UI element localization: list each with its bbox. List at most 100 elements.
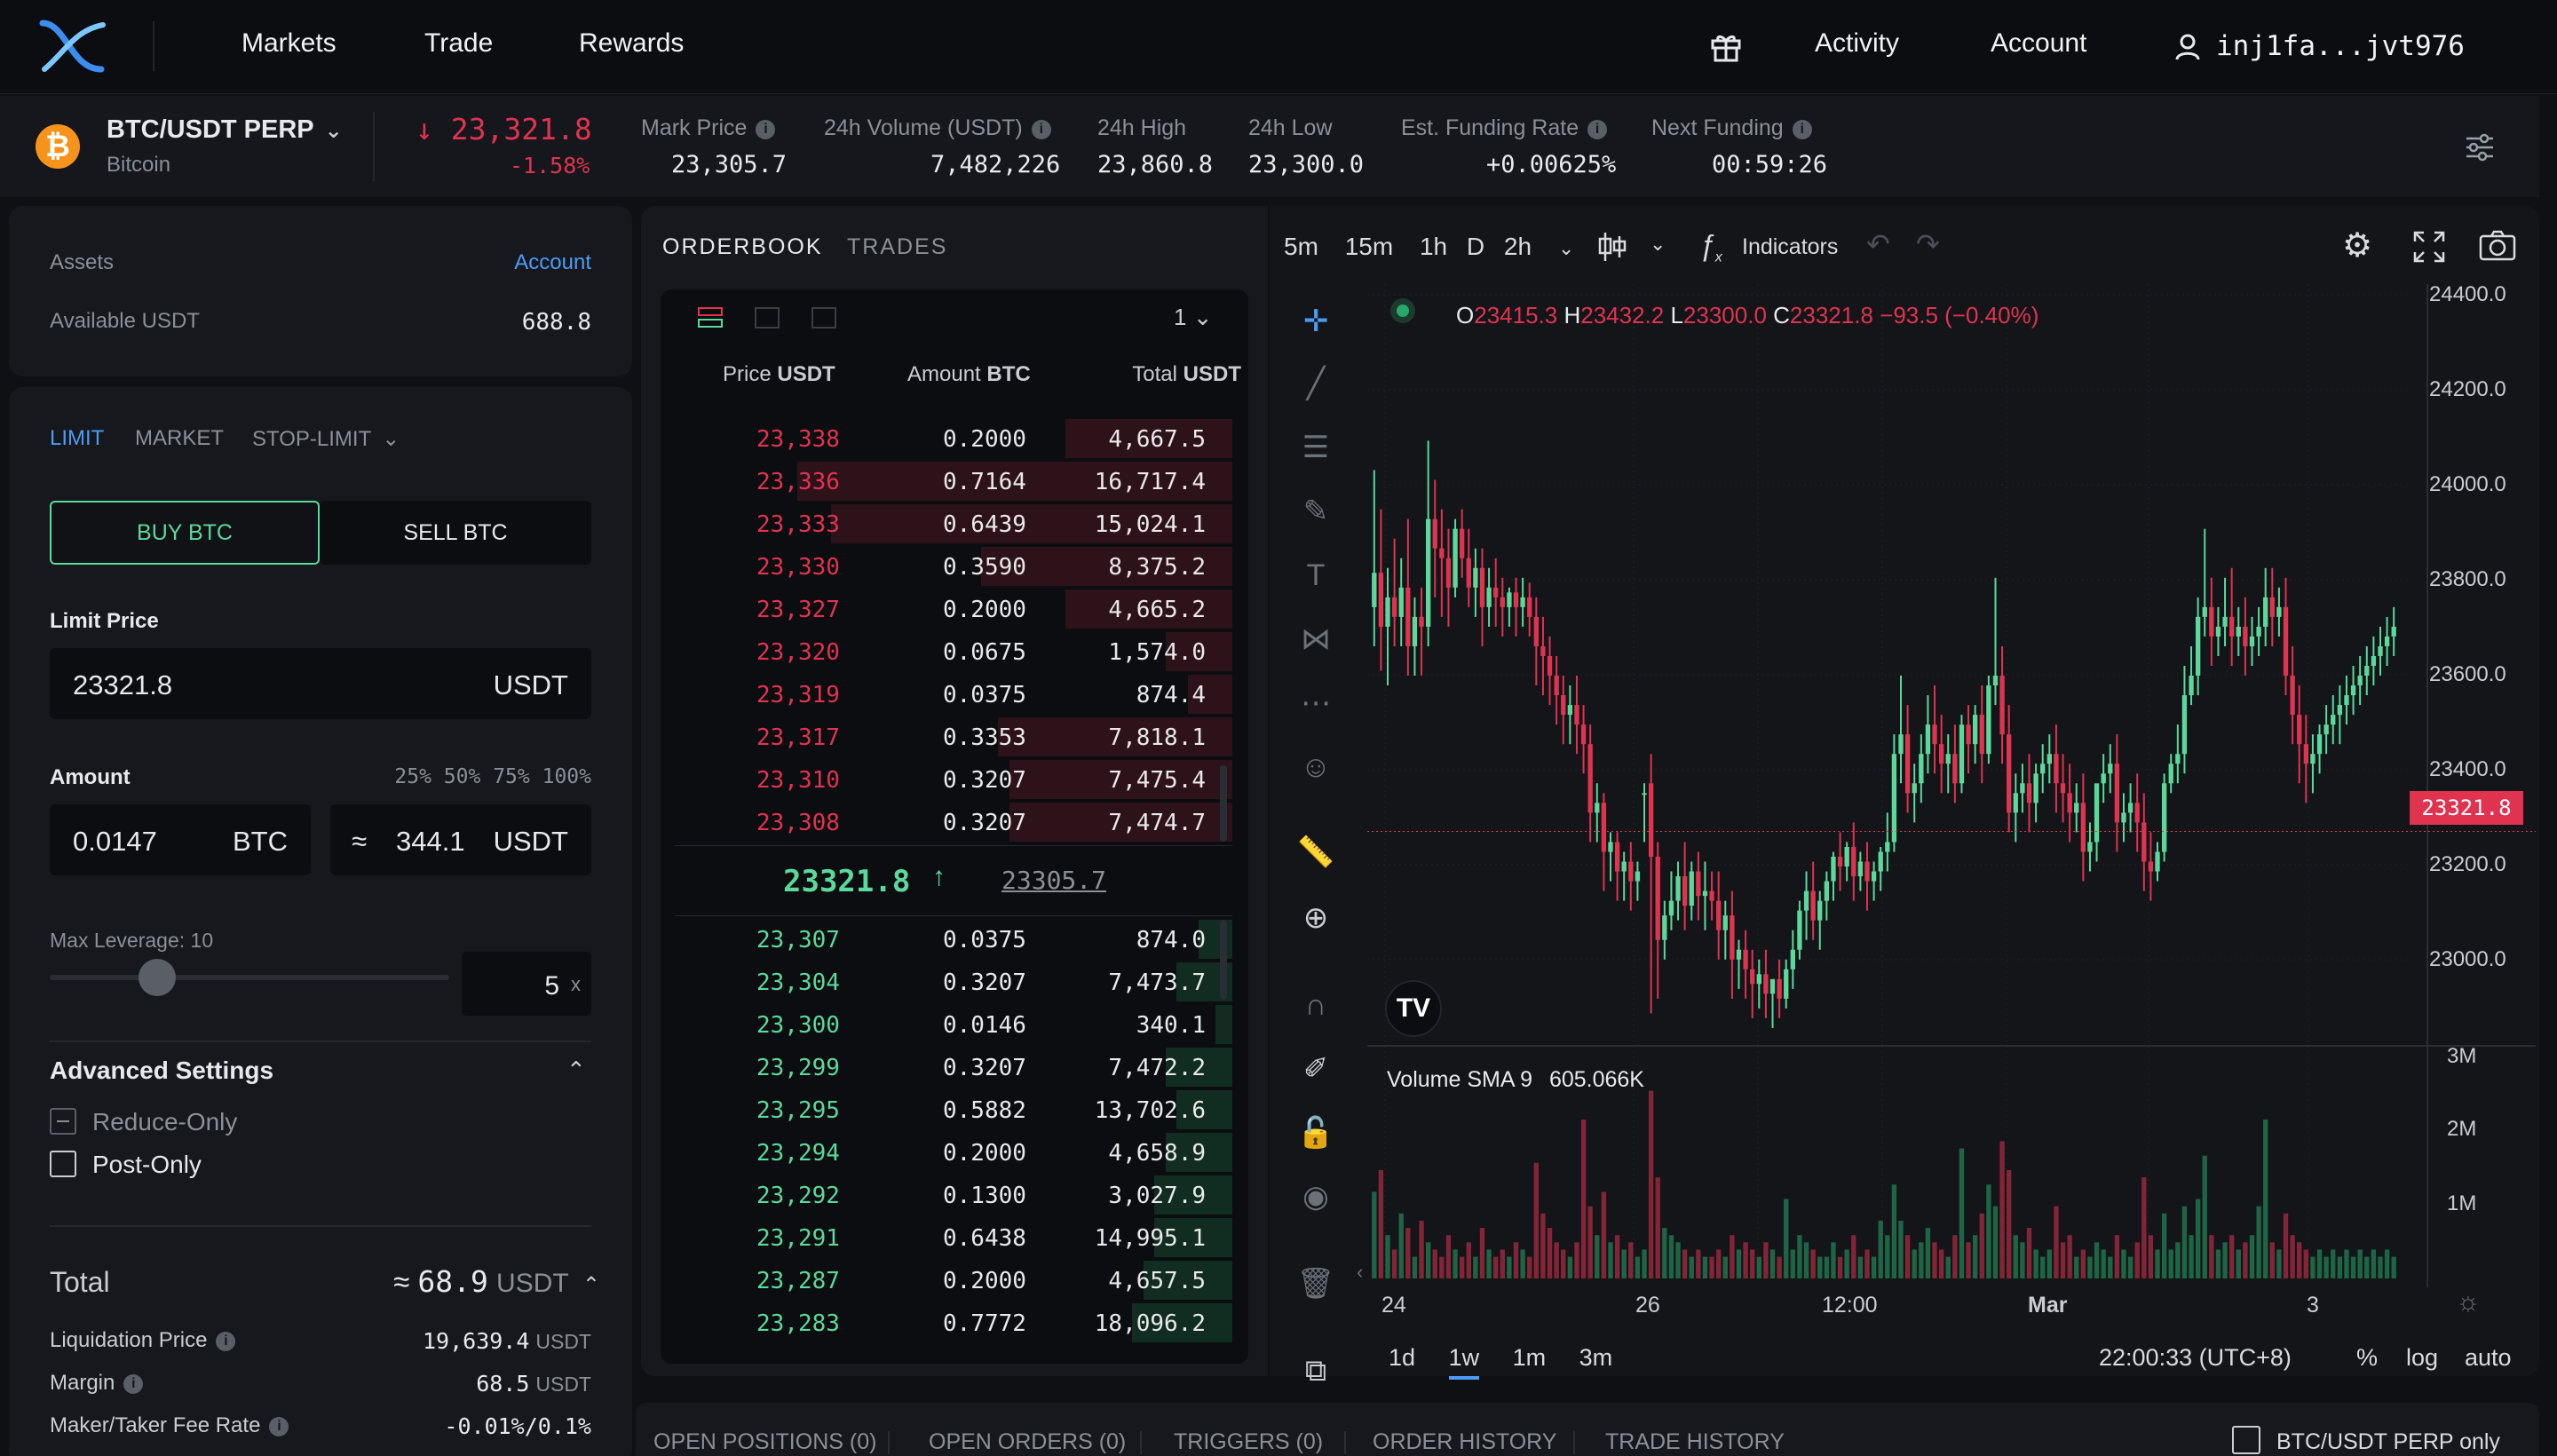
emoji-icon[interactable]: ☺ [1293, 744, 1339, 790]
interval-2h[interactable]: 2h [1504, 233, 1532, 260]
bids-scrollbar[interactable] [1220, 920, 1227, 1000]
asks-row[interactable]: 23,319 0.0375 874.4 [675, 673, 1232, 716]
asks-scrollbar[interactable] [1220, 765, 1227, 842]
aggregation-select[interactable]: 1 ⌄ [1174, 304, 1213, 331]
fib-lines-icon[interactable]: ☰ [1293, 424, 1339, 471]
view-both-icon[interactable] [698, 307, 723, 328]
log-toggle[interactable]: log [2406, 1344, 2438, 1372]
pct-75-button[interactable]: 75% [493, 765, 530, 788]
user-icon[interactable] [2175, 34, 2200, 60]
bids-row[interactable]: 23,294 0.2000 4,658.9 [675, 1131, 1232, 1174]
range-1d[interactable]: 1d [1389, 1344, 1415, 1371]
view-bids-icon[interactable] [755, 307, 780, 328]
asks-row[interactable]: 23,338 0.2000 4,667.5 [675, 417, 1232, 460]
bids-row[interactable]: 23,291 0.6438 14,995.1 [675, 1216, 1232, 1259]
bids-row[interactable]: 23,304 0.3207 7,473.7 [675, 961, 1232, 1003]
tab-open-orders[interactable]: OPEN ORDERS (0) [929, 1429, 1126, 1455]
pct-50-button[interactable]: 50% [444, 765, 481, 788]
chevron-up-icon[interactable]: ⌃ [566, 1056, 586, 1084]
chevron-down-icon[interactable]: ⌄ [1558, 237, 1574, 259]
magnet-icon[interactable]: ∩ [1293, 982, 1339, 1028]
asks-row[interactable]: 23,327 0.2000 4,665.2 [675, 588, 1232, 630]
info-icon[interactable]: i [1587, 120, 1608, 139]
pct-100-button[interactable]: 100% [542, 765, 591, 788]
pct-25-button[interactable]: 25% [394, 765, 431, 788]
bids-row[interactable]: 23,295 0.5882 13,702.6 [675, 1088, 1232, 1131]
chevron-down-icon[interactable]: ⌄ [1650, 233, 1666, 256]
info-icon[interactable]: i [123, 1374, 144, 1394]
eye-icon[interactable]: ◉ [1293, 1174, 1339, 1220]
layers-icon[interactable]: ⧉ [1293, 1348, 1339, 1394]
logo-icon[interactable] [39, 18, 112, 75]
mark-price-link[interactable]: 23305.7 [1001, 866, 1106, 895]
tab-orderbook[interactable]: ORDERBOOK [662, 234, 823, 260]
tab-order-history[interactable]: ORDER HISTORY [1373, 1429, 1556, 1455]
nav-activity[interactable]: Activity [1815, 28, 1899, 59]
zoom-in-icon[interactable]: ⊕ [1293, 895, 1339, 941]
bids-row[interactable]: 23,287 0.2000 4,657.5 [675, 1259, 1232, 1302]
gift-icon[interactable] [1710, 32, 1742, 62]
interval-5m[interactable]: 5m [1284, 233, 1318, 260]
nav-markets[interactable]: Markets [241, 28, 336, 59]
pair-filter-checkbox[interactable] [2232, 1426, 2260, 1454]
indicators-button[interactable]: Indicators [1742, 234, 1838, 260]
account-link[interactable]: Account [514, 250, 591, 275]
asks-row[interactable]: 23,336 0.7164 16,717.4 [675, 460, 1232, 502]
asks-row[interactable]: 23,317 0.3353 7,818.1 [675, 716, 1232, 758]
asks-row[interactable]: 23,333 0.6439 15,024.1 [675, 502, 1232, 545]
buy-button[interactable]: BUY BTC [50, 501, 320, 565]
tab-trade-history[interactable]: TRADE HISTORY [1605, 1429, 1785, 1455]
bids-row[interactable]: 23,307 0.0375 874.0 [675, 918, 1232, 961]
function-icon[interactable]: ƒx [1699, 229, 1722, 265]
info-icon[interactable]: i [216, 1332, 236, 1351]
wallet-address[interactable]: inj1fa...jvt976 [2216, 30, 2465, 62]
info-icon[interactable]: i [756, 120, 776, 139]
pattern-icon[interactable]: ⋈ [1293, 616, 1339, 662]
asks-row[interactable]: 23,310 0.3207 7,475.4 [675, 758, 1232, 801]
tradingview-logo-icon[interactable]: TV [1385, 980, 1442, 1037]
crosshair-icon[interactable]: ✛ [1293, 298, 1339, 344]
chevron-left-icon[interactable]: ‹ [1357, 1261, 1363, 1284]
prediction-icon[interactable]: ⋯ [1293, 680, 1339, 726]
info-icon[interactable]: i [269, 1417, 289, 1436]
text-icon[interactable]: T [1293, 552, 1339, 598]
info-icon[interactable]: i [1031, 120, 1051, 139]
brush-icon[interactable]: ✎ [1293, 488, 1339, 534]
limit-price-input[interactable]: 23321.8 USDT [50, 648, 591, 719]
leverage-slider-track[interactable] [50, 975, 449, 980]
asks-row[interactable]: 23,330 0.3590 8,375.2 [675, 545, 1232, 588]
range-1w[interactable]: 1w [1448, 1344, 1480, 1380]
bids-row[interactable]: 23,300 0.0146 340.1 [675, 1003, 1232, 1046]
amount-usdt-input[interactable]: ≈ 344.1 USDT [330, 804, 591, 875]
interval-15m[interactable]: 15m [1345, 233, 1393, 260]
amount-input[interactable]: 0.0147 BTC [50, 804, 311, 875]
price-chart[interactable] [1367, 284, 2536, 1287]
advanced-settings-label[interactable]: Advanced Settings [50, 1056, 273, 1085]
bids-row[interactable]: 23,299 0.3207 7,472.2 [675, 1046, 1232, 1088]
tab-market[interactable]: MARKET [135, 426, 224, 451]
range-3m[interactable]: 3m [1579, 1344, 1613, 1371]
auto-toggle[interactable]: auto [2465, 1344, 2512, 1372]
trash-icon[interactable]: 🗑 [1293, 1261, 1339, 1307]
percent-toggle[interactable]: % [2356, 1344, 2378, 1372]
lock-icon[interactable]: 🔓 [1293, 1110, 1339, 1156]
candle-type-icon[interactable] [1596, 231, 1628, 263]
camera-icon[interactable] [2479, 229, 2516, 263]
asks-row[interactable]: 23,308 0.3207 7,474.7 [675, 801, 1232, 843]
ruler-icon[interactable]: 📏 [1293, 829, 1339, 875]
post-only-checkbox[interactable] [50, 1151, 76, 1177]
tab-triggers[interactable]: TRIGGERS (0) [1174, 1429, 1323, 1455]
undo-icon[interactable]: ↶ [1866, 227, 1890, 261]
leverage-slider-handle[interactable] [139, 959, 176, 996]
interval-1h[interactable]: 1h [1420, 233, 1447, 260]
fullscreen-icon[interactable] [2413, 231, 2445, 263]
reduce-only-checkbox[interactable] [50, 1108, 76, 1135]
nav-trade[interactable]: Trade [424, 28, 493, 59]
asks-row[interactable]: 23,320 0.0675 1,574.0 [675, 630, 1232, 673]
view-asks-icon[interactable] [811, 307, 836, 328]
leverage-input[interactable]: 5 x [462, 952, 591, 1016]
nav-rewards[interactable]: Rewards [579, 28, 684, 59]
nav-account[interactable]: Account [1991, 28, 2086, 59]
sun-icon[interactable]: ☼ [2456, 1287, 2481, 1318]
sell-button[interactable]: SELL BTC [320, 501, 591, 565]
